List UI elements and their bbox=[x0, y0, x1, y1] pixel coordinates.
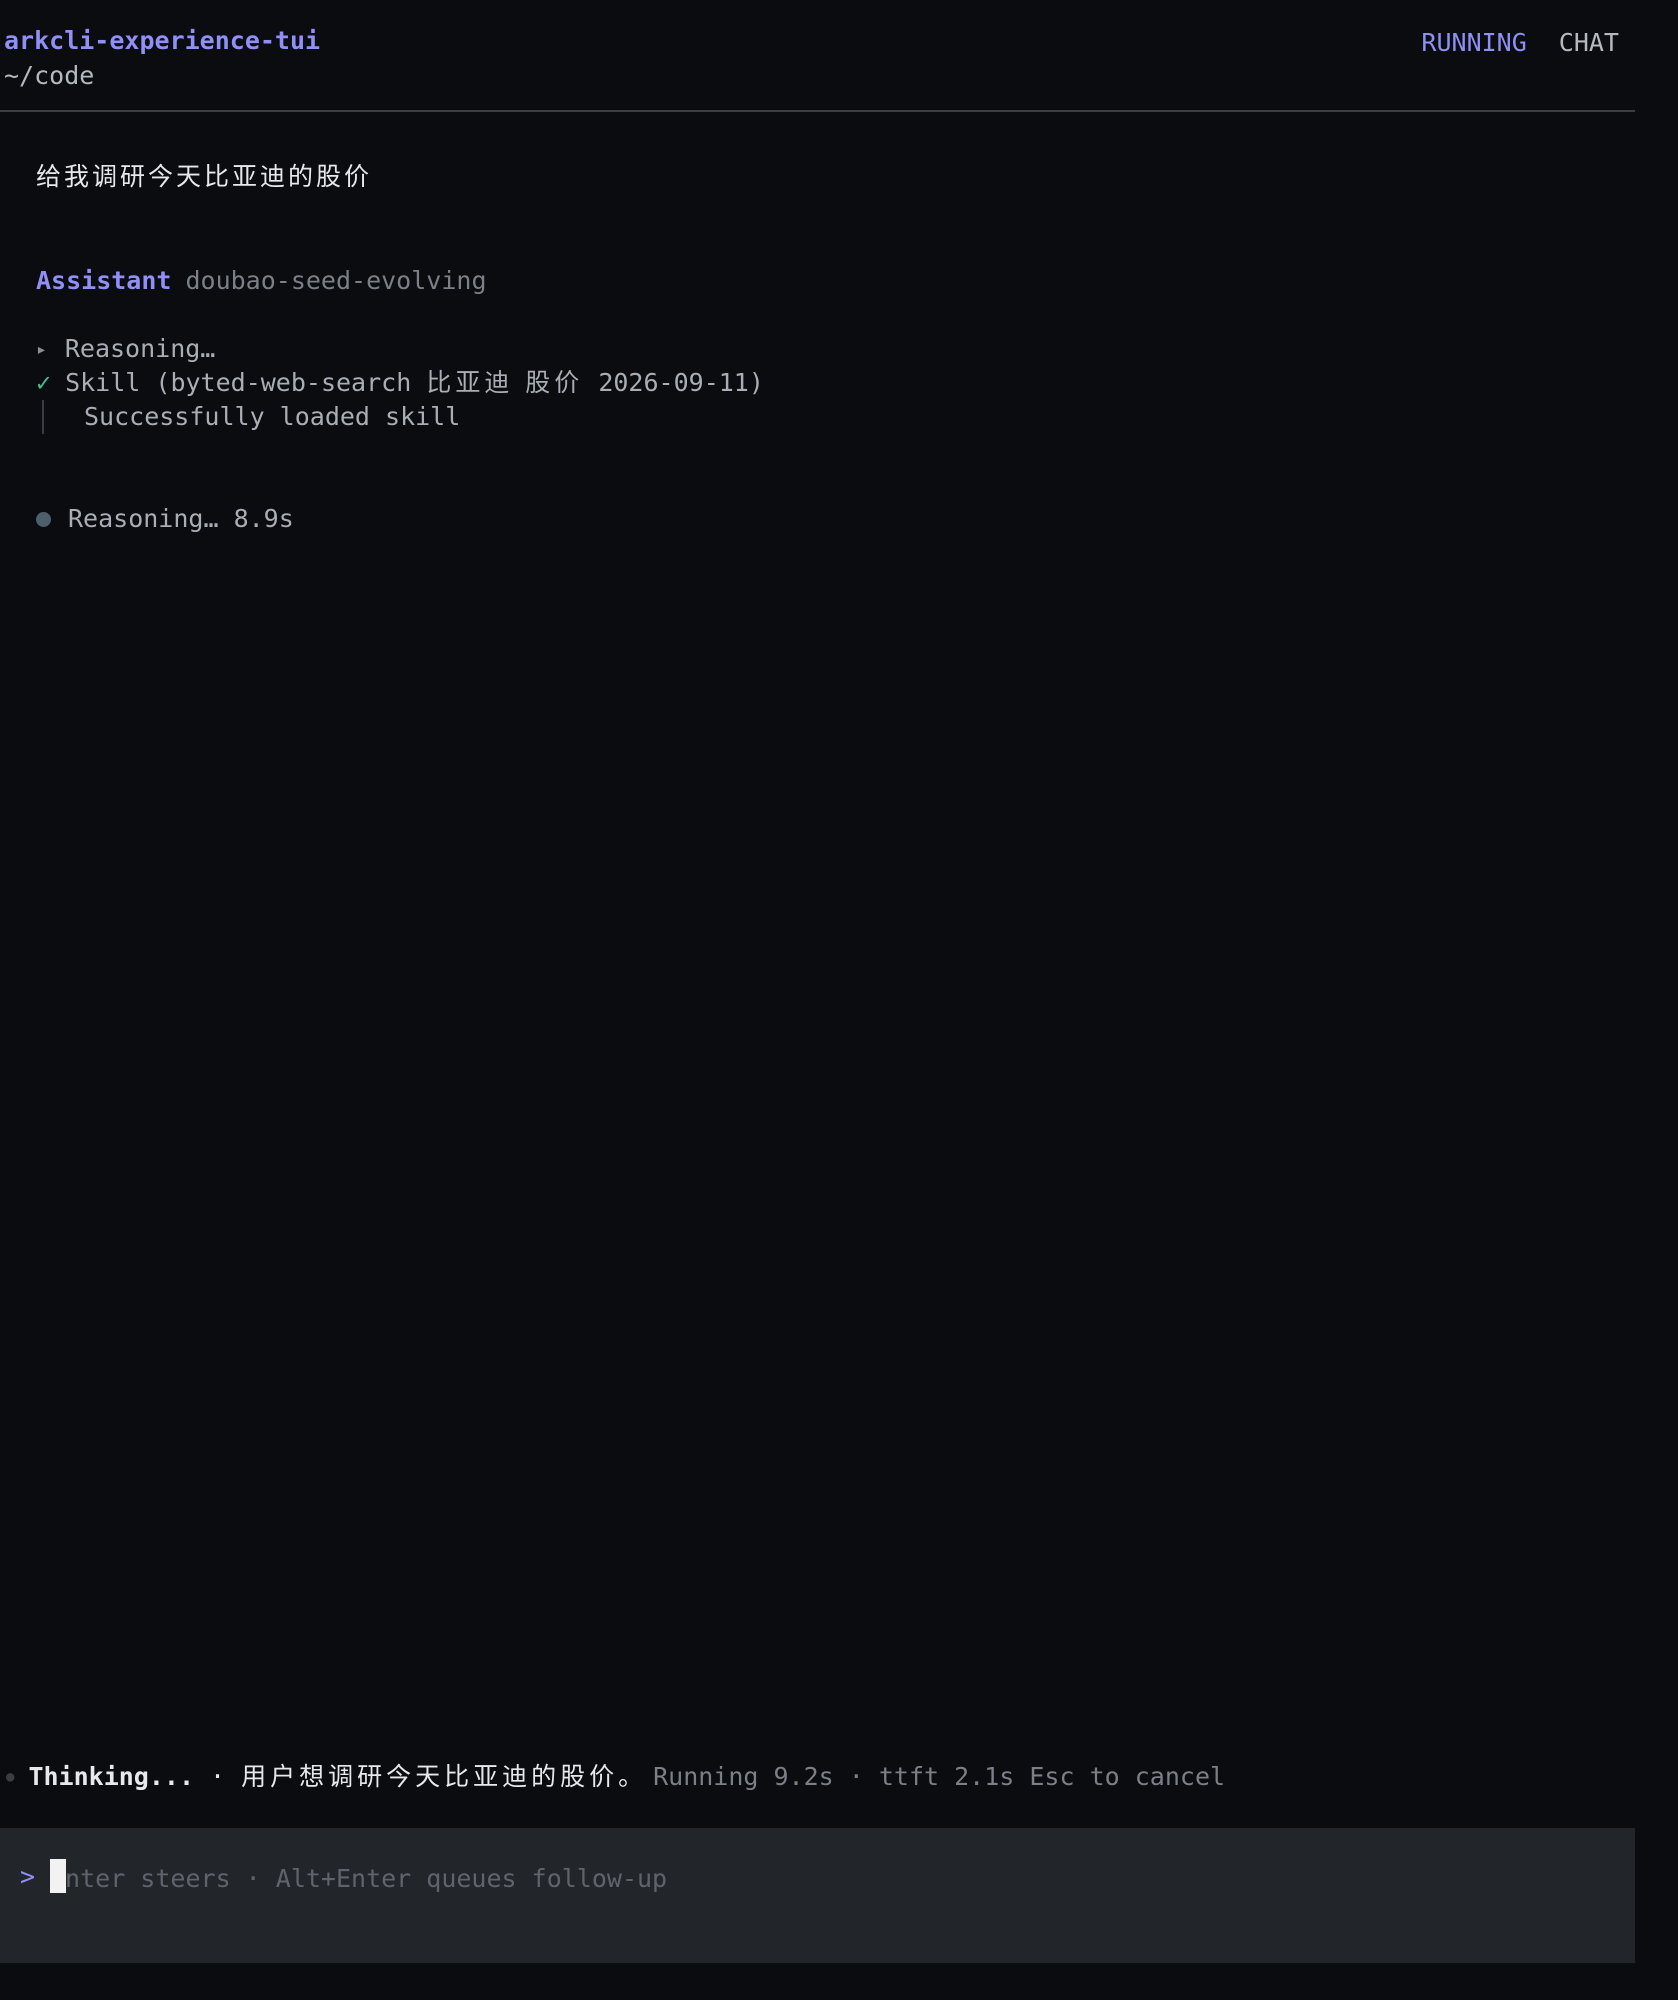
spinner-dot-icon bbox=[36, 512, 51, 527]
reasoning-timer: Reasoning… 8.9s bbox=[68, 504, 294, 533]
text-cursor bbox=[50, 1859, 66, 1893]
run-metadata: Running 9.2s · ttft 2.1s Esc to cancel bbox=[653, 1762, 1226, 1791]
skill-name: Skill bbox=[65, 368, 141, 397]
reasoning-toggle[interactable]: ▸ Reasoning… bbox=[36, 332, 215, 369]
status-dot-icon: ● bbox=[6, 1769, 15, 1785]
assistant-header: Assistant doubao-seed-evolving bbox=[36, 264, 487, 298]
skill-result: Successfully loaded skill bbox=[84, 402, 461, 431]
status-line: ● Thinking... · 用户想调研今天比亚迪的股价。 Running 9.2s … bbox=[0, 1760, 1225, 1798]
prompt-icon: > bbox=[20, 1862, 36, 1891]
skill-args-suffix: 2026-09-11) bbox=[583, 368, 764, 397]
message-input[interactable] bbox=[50, 1858, 1550, 1898]
terminal-window: arkcli-experience-tui ~/code RUNNING CHA… bbox=[0, 0, 1678, 2000]
skill-args-query: 比亚迪 股价 bbox=[426, 368, 584, 397]
input-panel: > bbox=[0, 1828, 1635, 1963]
model-name: doubao-seed-evolving bbox=[185, 266, 487, 295]
caret-right-icon: ▸ bbox=[36, 339, 47, 360]
skill-args-prefix: (byted-web-search bbox=[155, 368, 427, 397]
thinking-summary: 用户想调研今天比亚迪的股价。 bbox=[241, 1762, 648, 1791]
reasoning-progress: Reasoning… 8.9s bbox=[36, 502, 294, 536]
app-title: arkcli-experience-tui bbox=[4, 26, 321, 55]
check-icon: ✓ bbox=[36, 368, 52, 397]
thinking-label: Thinking... bbox=[28, 1762, 195, 1791]
header-status: RUNNING CHAT bbox=[1421, 28, 1619, 57]
skill-call[interactable]: ✓ Skill (byted-web-search 比亚迪 股价 2026-09-… bbox=[36, 366, 764, 400]
reasoning-label: Reasoning… bbox=[64, 334, 216, 363]
separator: · bbox=[210, 1762, 226, 1791]
user-message: 给我调研今天比亚迪的股价 bbox=[36, 162, 373, 191]
tree-connector bbox=[42, 400, 44, 434]
mode-badge: CHAT bbox=[1558, 28, 1619, 57]
working-directory: ~/code bbox=[4, 61, 95, 90]
run-state-badge: RUNNING bbox=[1421, 28, 1527, 57]
assistant-label: Assistant bbox=[36, 266, 172, 295]
header-bar: arkcli-experience-tui ~/code RUNNING CHA… bbox=[0, 0, 1635, 112]
